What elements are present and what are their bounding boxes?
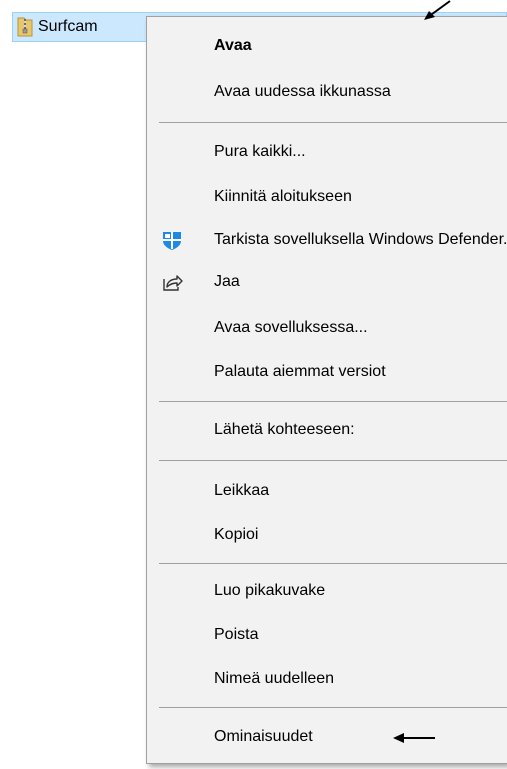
menu-item-delete[interactable]: Poista [147,615,507,655]
menu-item-label: Avaa uudessa ikkunassa [214,83,391,100]
menu-separator [159,563,507,564]
menu-item-cut[interactable]: Leikkaa [147,471,507,511]
share-icon [163,275,183,291]
menu-item-label: Kopioi [214,526,259,543]
menu-item-label: Kiinnitä aloitukseen [214,188,352,205]
menu-item-label: Pura kaikki... [214,143,306,160]
menu-item-restore-versions[interactable]: Palauta aiemmat versiot [147,352,507,392]
file-name[interactable]: Surfcam [38,16,98,38]
menu-separator [159,707,507,708]
menu-item-label: Tarkista sovelluksella Windows Defender.… [214,231,507,248]
menu-item-properties[interactable]: Ominaisuudet [147,717,507,757]
menu-separator [159,401,507,402]
menu-item-open-with[interactable]: Avaa sovelluksessa... [147,308,507,348]
menu-item-label: Avaa [214,37,252,54]
menu-separator [159,122,507,123]
menu-item-rename[interactable]: Nimeä uudelleen [147,659,507,699]
menu-item-label: Nimeä uudelleen [214,670,335,687]
menu-item-pin-to-start[interactable]: Kiinnitä aloitukseen [147,177,507,217]
menu-item-label: Leikkaa [214,482,270,499]
menu-item-label: Palauta aiemmat versiot [214,363,386,380]
menu-item-open-new-window[interactable]: Avaa uudessa ikkunassa [147,72,507,112]
windows-defender-icon [163,232,181,250]
annotation-arrow-icon [424,0,451,20]
context-menu: Avaa Avaa uudessa ikkunassa Pura kaikki.… [146,16,507,764]
menu-item-scan-defender[interactable]: Tarkista sovelluksella Windows Defender.… [147,220,507,260]
menu-item-create-shortcut[interactable]: Luo pikakuvake [147,571,507,611]
annotation-arrow-icon [393,733,435,743]
menu-item-share[interactable]: Jaa [147,262,507,302]
menu-item-label: Ominaisuudet [214,728,313,745]
menu-item-label: Luo pikakuvake [214,582,326,599]
menu-item-send-to[interactable]: Lähetä kohteeseen: [147,410,507,450]
menu-item-label: Jaa [214,273,240,290]
menu-item-copy[interactable]: Kopioi [147,515,507,555]
menu-item-extract-all[interactable]: Pura kaikki... [147,132,507,172]
zip-folder-icon [17,17,33,37]
menu-item-label: Lähetä kohteeseen: [214,421,355,438]
menu-item-label: Avaa sovelluksessa... [214,319,368,336]
menu-separator [159,460,507,461]
menu-item-open[interactable]: Avaa [147,26,507,66]
menu-item-label: Poista [214,626,259,643]
